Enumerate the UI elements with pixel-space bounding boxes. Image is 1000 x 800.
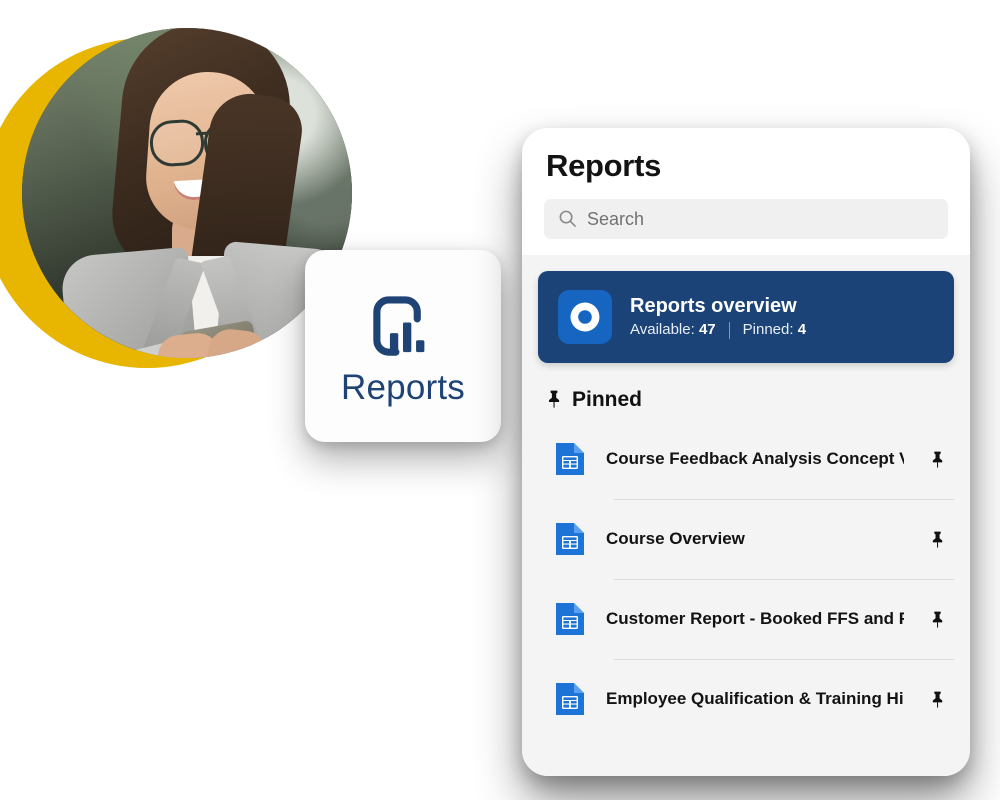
pinned-section-header: Pinned	[546, 389, 954, 410]
list-item[interactable]: Course Feedback Analysis Concept Ver…	[538, 420, 954, 499]
overview-available-count: 47	[698, 320, 716, 338]
overview-pinned: Pinned: 4	[742, 320, 807, 339]
reports-tile-label: Reports	[341, 367, 465, 407]
overview-texts: Reports overview Available: 47 Pinned: 4	[630, 295, 806, 339]
list-item-label: Customer Report - Booked FFS and FP…	[606, 608, 904, 628]
pin-toggle-button[interactable]	[924, 530, 954, 549]
spreadsheet-file-icon	[556, 603, 584, 636]
list-item[interactable]: Customer Report - Booked FFS and FP…	[538, 580, 954, 659]
pin-icon	[932, 691, 942, 708]
meta-divider	[728, 321, 730, 339]
list-item-label: Employee Qualification & Training His…	[606, 688, 904, 708]
page-title: Reports	[546, 148, 662, 183]
reports-bar-chart-icon	[373, 295, 425, 356]
pin-icon	[932, 451, 942, 468]
spreadsheet-file-icon	[556, 683, 584, 716]
composition-stage: Reports Reports Search Reports overview …	[0, 0, 1000, 800]
overview-pinned-label: Pinned:	[742, 320, 794, 338]
spreadsheet-file-icon	[556, 523, 584, 556]
panel-body: Reports overview Available: 47 Pinned: 4	[522, 254, 970, 776]
pin-toggle-button[interactable]	[924, 610, 954, 629]
reports-overview-card[interactable]: Reports overview Available: 47 Pinned: 4	[538, 270, 954, 363]
pin-toggle-button[interactable]	[924, 450, 954, 469]
donut-chart-icon	[570, 302, 600, 331]
search-input[interactable]: Search	[544, 198, 948, 239]
overview-meta: Available: 47 Pinned: 4	[630, 320, 807, 339]
hero-photo	[22, 28, 352, 358]
pin-icon	[549, 390, 560, 408]
pinned-section-label: Pinned	[572, 387, 643, 411]
overview-available-label: Available:	[630, 320, 695, 338]
pin-icon	[932, 531, 942, 548]
overview-title: Reports overview	[630, 294, 797, 317]
search-placeholder-text: Search	[587, 208, 645, 229]
search-icon	[559, 210, 576, 227]
list-item-label: Course Overview	[606, 528, 745, 548]
reports-panel: Reports Search Reports overview Availabl…	[522, 128, 970, 776]
list-item[interactable]: Employee Qualification & Training His…	[538, 660, 954, 739]
overview-available: Available: 47	[630, 320, 716, 339]
list-item-label: Course Feedback Analysis Concept Ver…	[606, 448, 904, 468]
reports-app-tile[interactable]: Reports	[305, 250, 501, 442]
pin-toggle-button[interactable]	[924, 690, 954, 709]
panel-header: Reports Search	[522, 128, 970, 255]
pinned-list: Course Feedback Analysis Concept Ver…	[538, 420, 954, 739]
overview-icon-tile	[558, 289, 612, 344]
list-item[interactable]: Course Overview	[538, 500, 954, 579]
pin-icon	[932, 611, 942, 628]
spreadsheet-file-icon	[556, 443, 584, 476]
photo-background	[22, 28, 352, 358]
overview-pinned-count: 4	[797, 320, 807, 338]
